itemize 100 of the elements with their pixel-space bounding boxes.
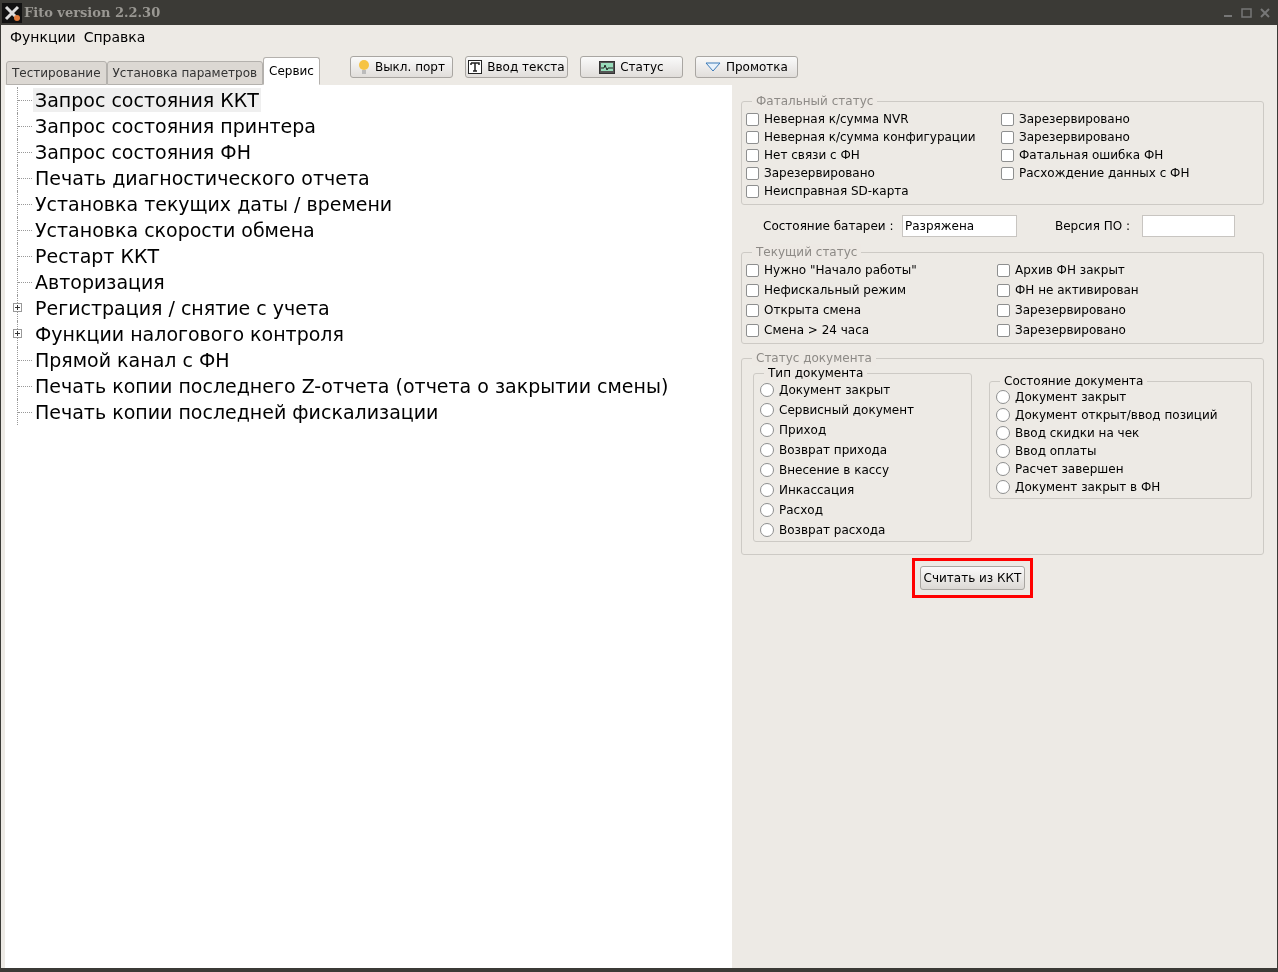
radio-label: Расход bbox=[779, 502, 823, 519]
checkbox-label: Нефискальный режим bbox=[764, 282, 906, 299]
tree-item[interactable]: Регистрация / снятие с учета bbox=[33, 296, 332, 320]
down-triangle-icon bbox=[704, 62, 721, 72]
radio-button[interactable] bbox=[996, 408, 1010, 422]
tree-item[interactable]: Авторизация bbox=[33, 270, 167, 294]
radio-button[interactable] bbox=[760, 463, 774, 477]
checkbox-label: Архив ФН закрыт bbox=[1015, 262, 1125, 279]
checkbox-label: Зарезервировано bbox=[1019, 129, 1130, 146]
checkbox-label: Открыта смена bbox=[764, 302, 862, 319]
radio-label: Документ закрыт bbox=[779, 382, 891, 399]
radio-button[interactable] bbox=[996, 462, 1010, 476]
expand-icon[interactable] bbox=[13, 329, 22, 338]
radio-label: Документ закрыт bbox=[1015, 389, 1127, 406]
firmware-label: Версия ПО : bbox=[1055, 218, 1131, 235]
radio-button[interactable] bbox=[760, 523, 774, 537]
checkbox[interactable] bbox=[1001, 112, 1014, 126]
monitor-icon bbox=[599, 60, 616, 74]
checkbox-label: Зарезервировано bbox=[1019, 111, 1130, 128]
group-title: Статус документа bbox=[752, 350, 876, 366]
tree-item[interactable]: Печать копии последней фискализации bbox=[33, 400, 441, 424]
tab[interactable]: Тестирование bbox=[6, 61, 107, 85]
checkbox[interactable] bbox=[746, 184, 759, 198]
checkbox[interactable] bbox=[746, 283, 759, 297]
toolbar-button[interactable]: Ввод текста bbox=[464, 56, 568, 78]
tree-item[interactable]: Запрос состояния принтера bbox=[33, 114, 318, 138]
toolbar-button[interactable]: Статус bbox=[579, 56, 683, 78]
expand-icon[interactable] bbox=[13, 303, 22, 312]
checkbox[interactable] bbox=[746, 112, 759, 126]
radio-label: Ввод оплаты bbox=[1015, 443, 1097, 460]
checkbox-label: Неисправная SD-карта bbox=[764, 183, 909, 200]
tree-item[interactable]: Запрос состояния ФН bbox=[33, 140, 253, 164]
group-title: Состояние документа bbox=[1000, 373, 1148, 389]
checkbox[interactable] bbox=[997, 303, 1010, 317]
radio-button[interactable] bbox=[760, 403, 774, 417]
battery-field[interactable]: Разряжена bbox=[902, 215, 1017, 237]
light-bulb-icon bbox=[357, 59, 370, 75]
menu-item[interactable]: Справка bbox=[82, 27, 147, 48]
radio-button[interactable] bbox=[996, 390, 1010, 404]
checkbox-label: Зарезервировано bbox=[1015, 322, 1126, 339]
radio-button[interactable] bbox=[996, 480, 1010, 494]
radio-label: Ввод скидки на чек bbox=[1015, 425, 1140, 442]
checkbox[interactable] bbox=[997, 263, 1010, 277]
checkbox[interactable] bbox=[746, 323, 759, 337]
radio-button[interactable] bbox=[760, 423, 774, 437]
menu-item[interactable]: Функции bbox=[9, 27, 77, 48]
checkbox-label: Зарезервировано bbox=[764, 165, 875, 182]
checkbox-label: Расхождение данных с ФН bbox=[1019, 165, 1190, 182]
checkbox[interactable] bbox=[997, 323, 1010, 337]
tree-item[interactable]: Установка текущих даты / времени bbox=[33, 192, 395, 216]
read-button[interactable]: Считать из ККТ bbox=[920, 566, 1025, 590]
checkbox[interactable] bbox=[746, 148, 759, 162]
close-icon[interactable] bbox=[1260, 7, 1270, 18]
checkbox-label: Нужно "Начало работы" bbox=[764, 262, 917, 279]
checkbox[interactable] bbox=[997, 283, 1010, 297]
radio-button[interactable] bbox=[996, 426, 1010, 440]
checkbox[interactable] bbox=[746, 166, 759, 180]
checkbox[interactable] bbox=[746, 303, 759, 317]
radio-button[interactable] bbox=[760, 483, 774, 497]
tree-item[interactable]: Прямой канал с ФН bbox=[33, 348, 232, 372]
checkbox-label: Фатальная ошибка ФН bbox=[1019, 147, 1164, 164]
checkbox[interactable] bbox=[1001, 166, 1014, 180]
radio-label: Документ открыт/ввод позиций bbox=[1015, 407, 1218, 424]
checkbox-label: Зарезервировано bbox=[1015, 302, 1126, 319]
tree-item[interactable]: Печать копии последнего Z-отчета (отчета о закрытии смены) bbox=[33, 374, 671, 398]
toolbar-button[interactable]: Промотка bbox=[694, 56, 798, 78]
checkbox-label: ФН не активирован bbox=[1015, 282, 1139, 299]
checkbox[interactable] bbox=[746, 263, 759, 277]
group-title: Тип документа bbox=[764, 365, 868, 381]
radio-button[interactable] bbox=[760, 503, 774, 517]
tree-item[interactable]: Установка скорости обмена bbox=[33, 218, 317, 242]
tree-item[interactable]: Функции налогового контроля bbox=[33, 322, 346, 346]
tools-icon bbox=[2, 2, 22, 23]
maximize-icon[interactable] bbox=[1241, 7, 1252, 18]
text-icon bbox=[468, 60, 483, 74]
checkbox[interactable] bbox=[1001, 148, 1014, 162]
group-title: Фатальный статус bbox=[752, 93, 878, 109]
checkbox-label: Смена > 24 часа bbox=[764, 322, 870, 339]
window-title: Fito version 2.2.30 bbox=[24, 3, 161, 22]
radio-label: Возврат расхода bbox=[779, 522, 886, 539]
radio-button[interactable] bbox=[760, 383, 774, 397]
radio-button[interactable] bbox=[760, 443, 774, 457]
tree-item[interactable]: Печать диагностического отчета bbox=[33, 166, 372, 190]
tab[interactable]: Сервис bbox=[263, 57, 320, 85]
checkbox-label: Неверная к/сумма конфигурации bbox=[764, 129, 976, 146]
radio-label: Приход bbox=[779, 422, 827, 439]
checkbox[interactable] bbox=[1001, 130, 1014, 144]
tab[interactable]: Установка параметров bbox=[106, 61, 264, 85]
checkbox[interactable] bbox=[746, 130, 759, 144]
checkbox-label: Нет связи с ФН bbox=[764, 147, 860, 164]
radio-label: Документ закрыт в ФН bbox=[1015, 479, 1161, 496]
firmware-field[interactable] bbox=[1142, 215, 1235, 237]
radio-label: Внесение в кассу bbox=[779, 462, 890, 479]
radio-label: Сервисный документ bbox=[779, 402, 915, 419]
radio-button[interactable] bbox=[996, 444, 1010, 458]
group-title: Текущий статус bbox=[752, 244, 862, 260]
tree-item[interactable]: Рестарт ККТ bbox=[33, 244, 162, 268]
radio-label: Инкассация bbox=[779, 482, 855, 499]
toolbar-button[interactable]: Выкл. порт bbox=[349, 56, 453, 78]
tree-item[interactable]: Запрос состояния ККТ bbox=[33, 88, 261, 112]
